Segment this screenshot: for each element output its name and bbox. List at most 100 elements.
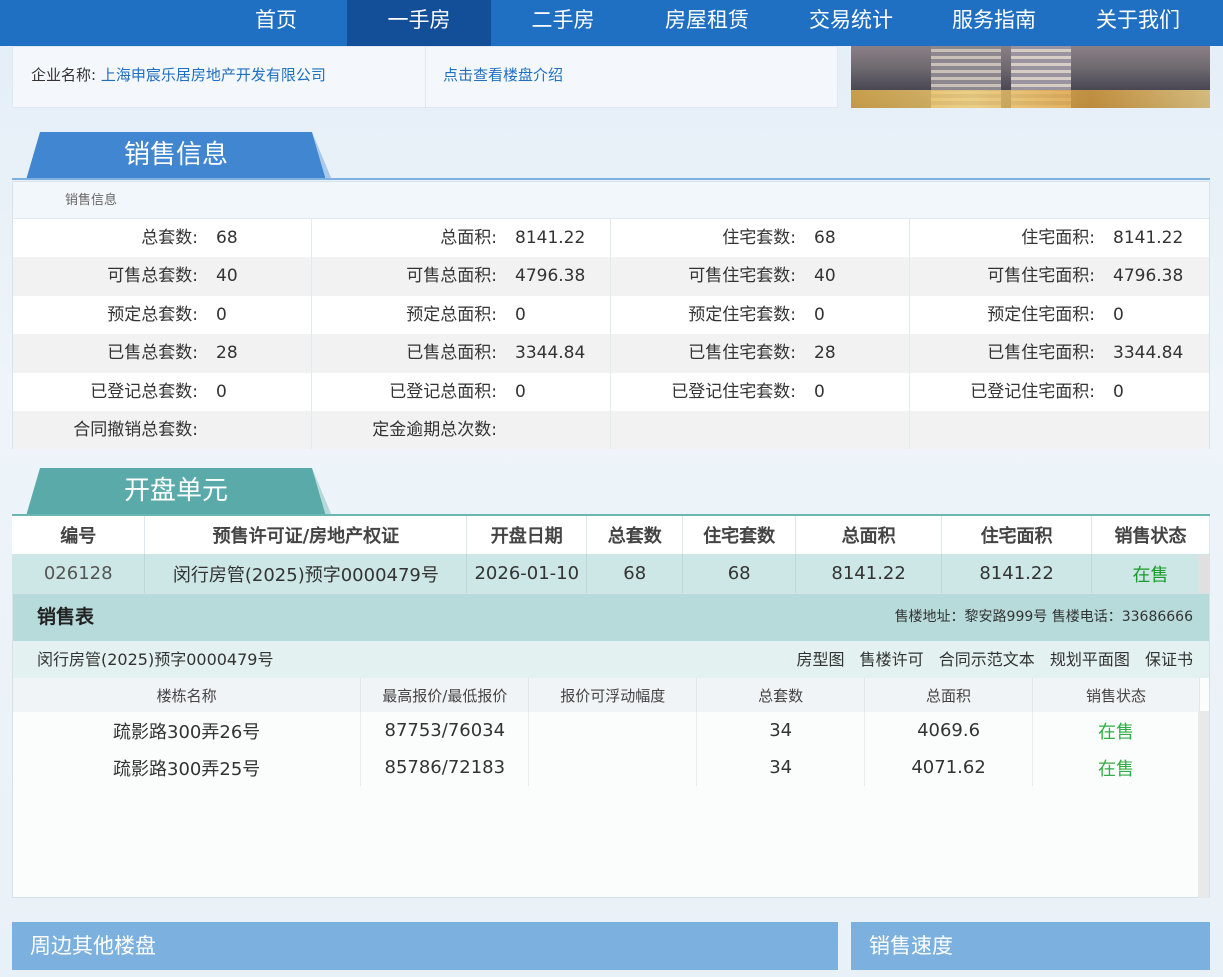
- sales-info-value: [497, 411, 515, 449]
- building-units: 34: [696, 712, 866, 749]
- contract-template-link[interactable]: 合同示范文本: [939, 650, 1035, 669]
- sales-address: 售楼地址：黎安路999号 售楼电话：33686666: [894, 609, 1193, 625]
- sales-info-value: 0: [1113, 304, 1124, 325]
- sales-info-cell: 已登记总套数: 0: [13, 372, 312, 411]
- nav-item-home[interactable]: 首页: [204, 0, 348, 46]
- col-header-code: 编号: [12, 516, 146, 554]
- sales-info-cell: [611, 410, 910, 450]
- table-row[interactable]: 疏影路300弄26号 87753/76034 34 4069.6 在售: [13, 712, 1200, 749]
- building-area: 4069.6: [864, 712, 1034, 749]
- sales-info-tab[interactable]: 销售信息: [40, 132, 312, 180]
- nav-item-rental[interactable]: 房屋租赁: [635, 0, 779, 46]
- building-name-link[interactable]: 疏影路300弄25号: [13, 749, 362, 786]
- site-plan-link[interactable]: 规划平面图: [1050, 650, 1130, 669]
- unit-code: 026128: [12, 554, 146, 593]
- company-link[interactable]: 上海申宸乐居房地产开发有限公司: [101, 66, 326, 84]
- company-label: 企业名称:: [31, 66, 97, 84]
- guarantee-link[interactable]: 保证书: [1145, 650, 1193, 669]
- sales-info-label: 预定住宅面积:: [987, 304, 1095, 325]
- col-header-residential-area: 住宅面积: [941, 516, 1093, 554]
- col-header-permit: 预售许可证/房地产权证: [144, 516, 468, 554]
- unit-residential-units: 68: [682, 554, 797, 593]
- sales-info-cell: 可售总面积: 4796.38: [312, 257, 611, 296]
- sales-permit-link[interactable]: 售楼许可: [860, 650, 924, 669]
- nav-item-service[interactable]: 服务指南: [922, 0, 1066, 46]
- sales-info-cell: 可售住宅套数: 40: [611, 257, 910, 296]
- sales-info-cell: 预定住宅面积: 0: [910, 296, 1209, 334]
- sales-info-row: 合同撤销总套数: 定金逾期总次数:: [13, 410, 1209, 450]
- sales-info-label: 总套数:: [141, 228, 198, 248]
- sales-info-cell: 定金逾期总次数:: [312, 410, 611, 450]
- building-table: 楼栋名称 最高报价/最低报价 报价可浮动幅度 总套数 总面积 销售状态 疏影路3…: [13, 678, 1200, 786]
- unit-total-units: 68: [586, 554, 684, 593]
- open-units-tab[interactable]: 开盘单元: [40, 468, 312, 516]
- unit-residential-area: 8141.22: [941, 554, 1093, 593]
- sales-info-value: 0: [814, 381, 825, 402]
- sales-table-title-bar: 销售表 售楼地址：黎安路999号 售楼电话：33686666: [13, 594, 1209, 641]
- sales-info-value: 68: [814, 228, 836, 248]
- sales-table-scrollbar[interactable]: [1198, 711, 1209, 898]
- col-header-residential-units: 住宅套数: [682, 516, 797, 554]
- sales-info-value: 0: [814, 304, 825, 325]
- top-nav: 首页 一手房 二手房 房屋租赁 交易统计 服务指南 关于我们: [0, 0, 1223, 46]
- open-units-table: 编号 预售许可证/房地产权证 开盘日期 总套数 住宅套数 总面积 住宅面积 销售…: [12, 516, 1210, 593]
- sales-info-cell: 合同撤销总套数:: [13, 410, 312, 450]
- sales-tab-underline: [12, 178, 1210, 180]
- sales-info-label: 已售总套数:: [107, 343, 198, 364]
- table-row[interactable]: 疏影路300弄25号 85786/72183 34 4071.62 在售: [13, 749, 1200, 786]
- sales-info-label: 预定总套数:: [107, 304, 198, 325]
- unit-permit: 闵行房管(2025)预字0000479号: [144, 554, 468, 593]
- unit-status: 在售: [1091, 554, 1210, 593]
- col-header-building: 楼栋名称: [13, 678, 362, 712]
- sales-info-value: 0: [515, 304, 526, 325]
- nav-item-new-house[interactable]: 一手房: [347, 0, 491, 46]
- sales-info-cell: 已登记住宅套数: 0: [611, 372, 910, 411]
- sales-info-label: 已登记总面积:: [389, 381, 497, 402]
- nav-item-statistics[interactable]: 交易统计: [779, 0, 923, 46]
- sales-info-cell: 已登记住宅面积: 0: [910, 373, 1209, 411]
- building-price: 87753/76034: [360, 712, 530, 749]
- building-photo: [851, 46, 1210, 108]
- sales-info-value: 0: [216, 304, 227, 325]
- sales-info-label: 可售住宅面积:: [987, 266, 1095, 287]
- building-units: 34: [696, 749, 866, 786]
- sales-info-label: 已售住宅套数:: [688, 343, 796, 364]
- building-name-link[interactable]: 疏影路300弄26号: [13, 712, 362, 749]
- sales-info-label: 可售总套数:: [107, 266, 198, 287]
- sales-info-subheader: 销售信息: [13, 182, 1209, 219]
- unit-open-date: 2026-01-10: [466, 554, 588, 593]
- table-row[interactable]: 026128 闵行房管(2025)预字0000479号 2026-01-10 6…: [12, 554, 1210, 593]
- sales-info-label: 住宅套数:: [722, 228, 796, 248]
- sales-info-value: 28: [814, 343, 836, 364]
- sales-info-cell: 已售总面积: 3344.84: [312, 334, 611, 373]
- building-float: [528, 749, 698, 786]
- col-header-price: 最高报价/最低报价: [360, 678, 530, 712]
- sales-info-value: 3344.84: [1113, 343, 1184, 364]
- units-scrollbar[interactable]: [1198, 555, 1210, 593]
- sales-info-value: 0: [515, 381, 526, 402]
- permit-bar: 闵行房管(2025)预字0000479号 房型图 售楼许可 合同示范文本 规划平…: [13, 641, 1209, 678]
- intro-row: 点击查看楼盘介绍: [443, 64, 563, 85]
- company-row: 企业名称: 上海申宸乐居房地产开发有限公司: [31, 64, 326, 85]
- sales-info-value: [198, 411, 216, 449]
- col-header-status: 销售状态: [1091, 516, 1210, 554]
- permit-number: 闵行房管(2025)预字0000479号: [37, 650, 274, 669]
- project-intro-link[interactable]: 点击查看楼盘介绍: [443, 66, 563, 84]
- sales-info-value: [1095, 411, 1113, 449]
- document-links: 房型图 售楼许可 合同示范文本 规划平面图 保证书: [787, 641, 1193, 678]
- sales-info-label: 定金逾期总次数:: [372, 419, 497, 440]
- building-status: 在售: [1032, 712, 1200, 749]
- nav-item-second-hand[interactable]: 二手房: [491, 0, 635, 46]
- nav-item-about[interactable]: 关于我们: [1066, 0, 1210, 46]
- building-float: [528, 712, 698, 749]
- sales-info-table: 销售信息 总套数: 68 总面积: 8141.22 住宅套数: 68 住宅面积: 8141.2…: [12, 181, 1210, 450]
- building-status: 在售: [1032, 749, 1200, 786]
- sales-info-value: 4796.38: [515, 266, 586, 287]
- col-header-bld-status: 销售状态: [1032, 678, 1200, 712]
- sales-info-cell: 预定总套数: 0: [13, 295, 312, 335]
- sales-info-cell: 预定住宅套数: 0: [611, 295, 910, 335]
- floor-plan-link[interactable]: 房型图: [797, 650, 845, 669]
- divider: [425, 47, 426, 109]
- sales-info-cell: 已售住宅面积: 3344.84: [910, 334, 1209, 372]
- building-area: 4071.62: [864, 749, 1034, 786]
